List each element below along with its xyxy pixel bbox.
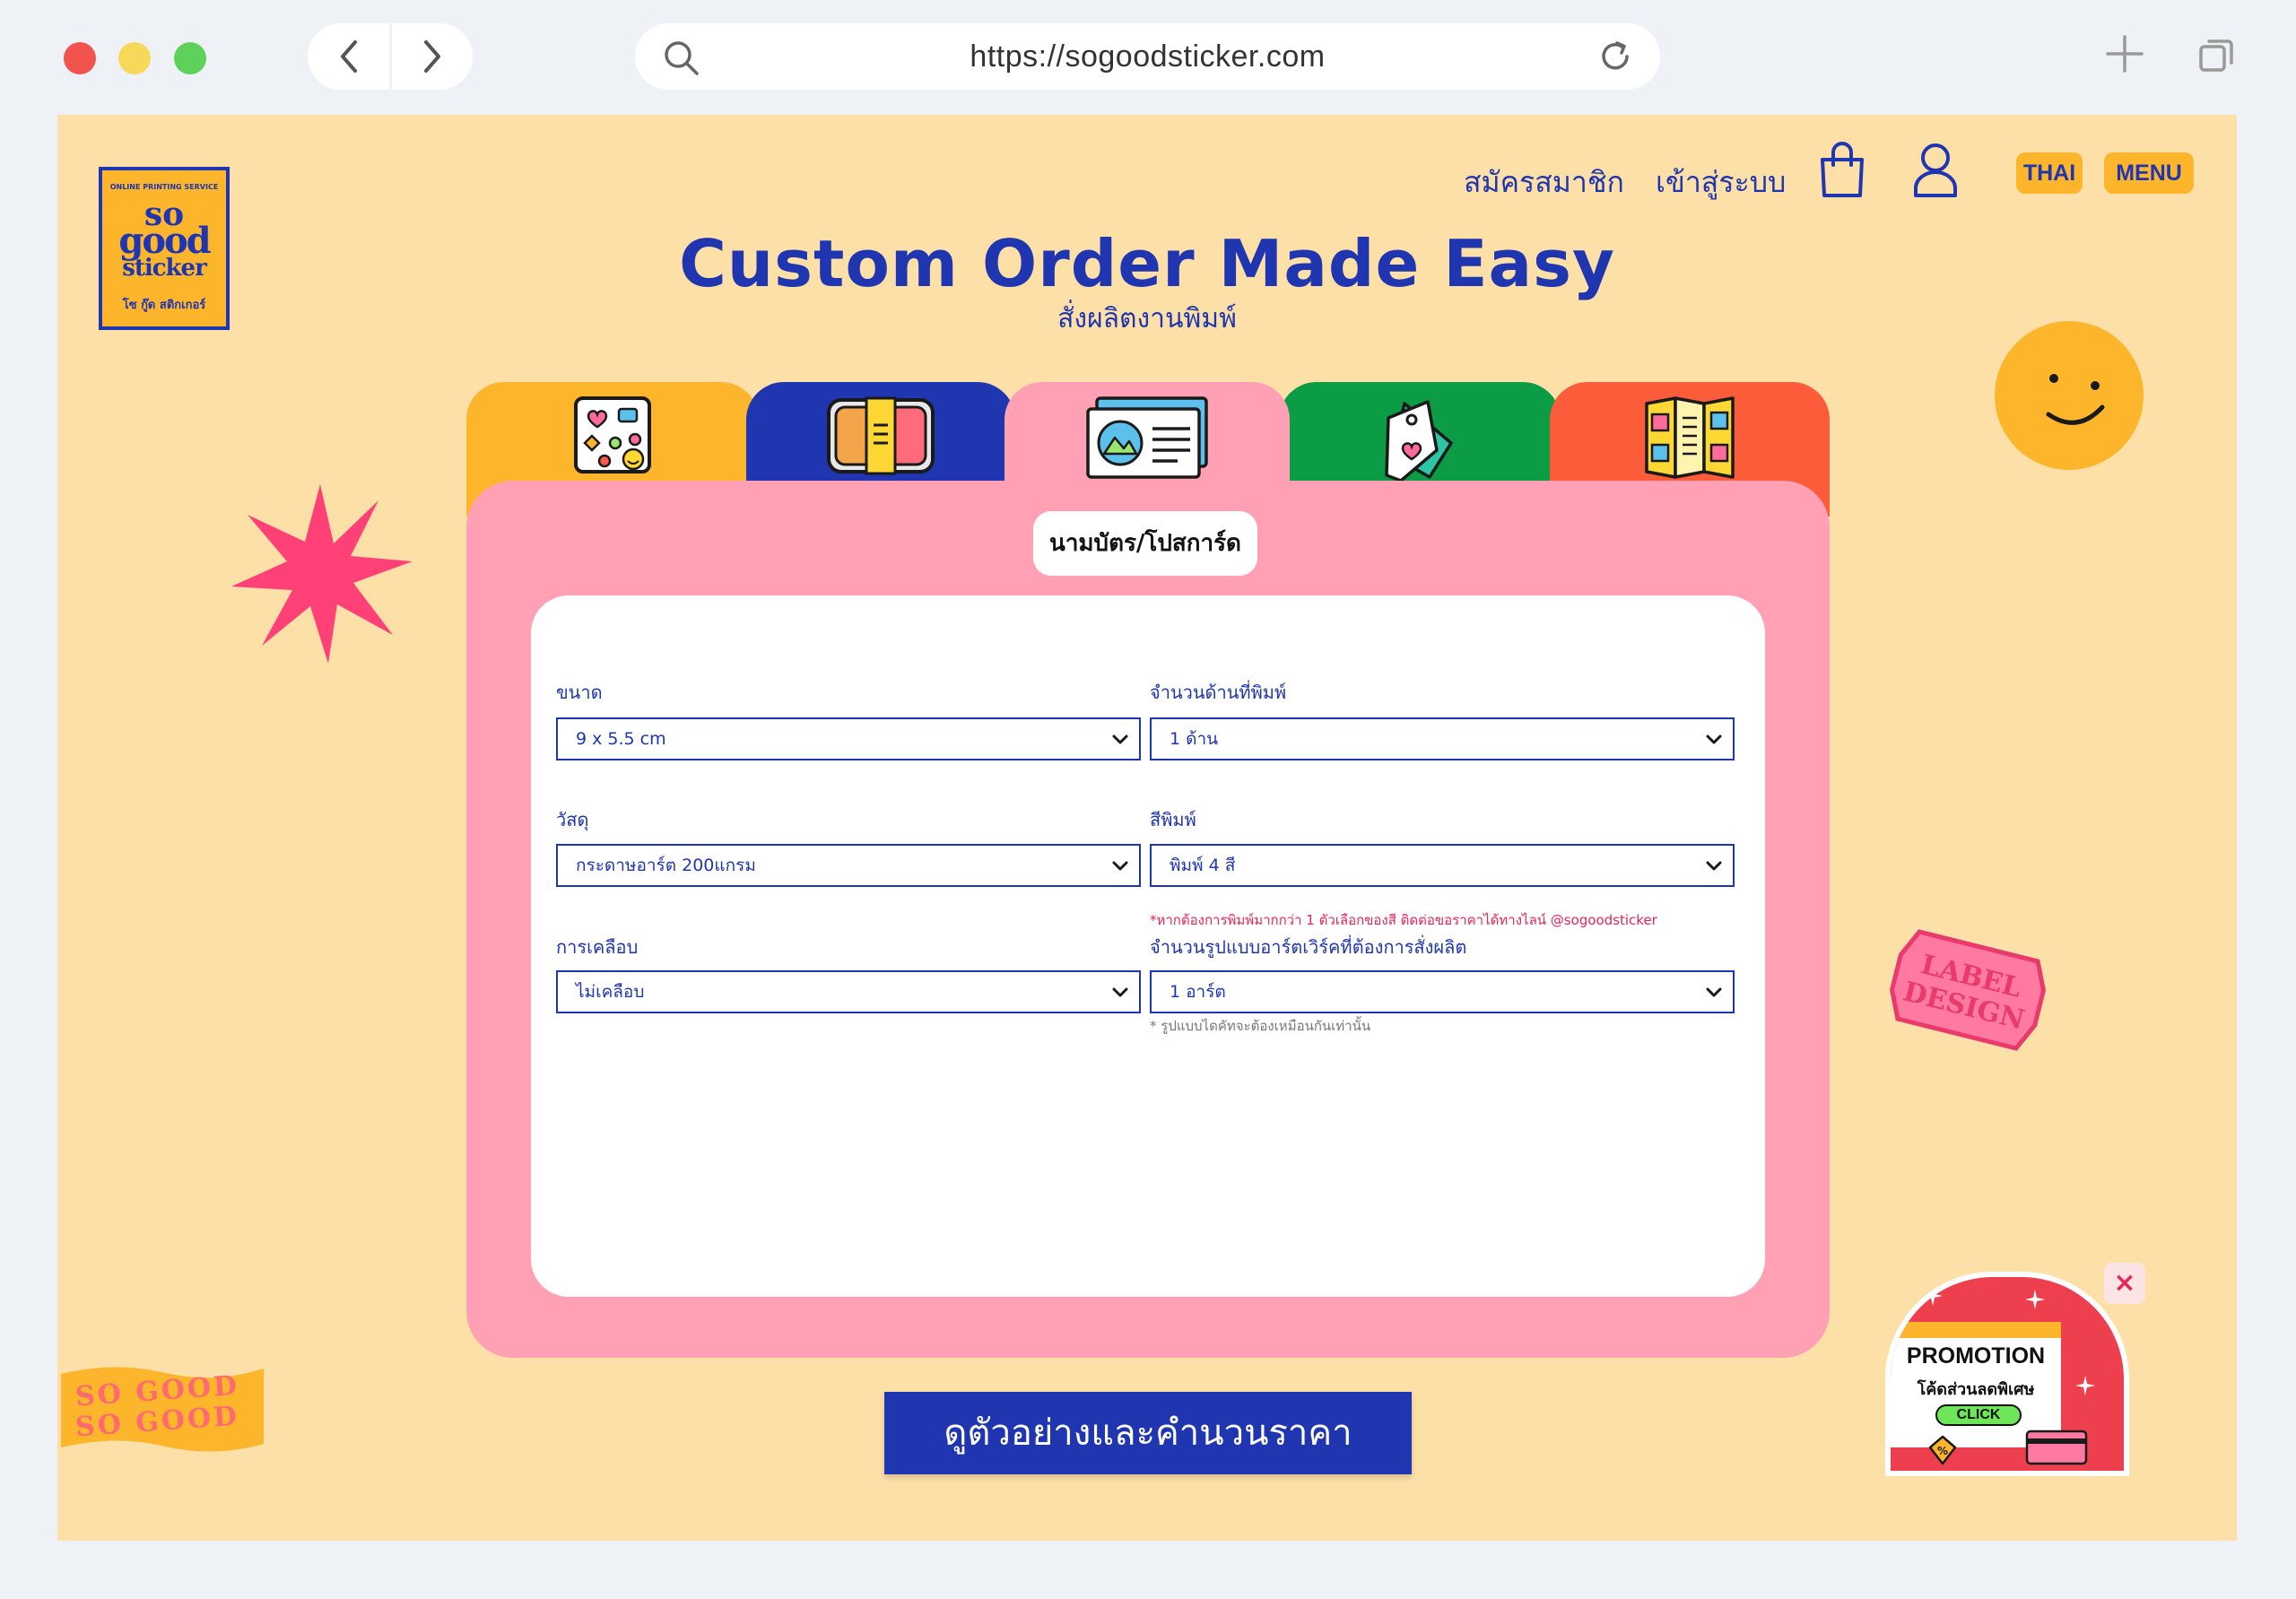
coating-select[interactable]: ไม่เคลือบ <box>556 970 1141 1013</box>
coating-value: ไม่เคลือบ <box>576 982 645 1002</box>
hang-tag-icon <box>1385 400 1453 482</box>
sparkle-icon <box>2075 1376 2095 1395</box>
new-tab-icon[interactable] <box>2104 33 2145 74</box>
language-button[interactable]: THAI <box>2016 152 2083 194</box>
chevron-down-icon <box>1112 987 1128 997</box>
material-select[interactable]: กระดาษอาร์ต 200แกรม <box>556 844 1141 887</box>
order-card: นามบัตร/โปสการ์ด ขนาด 9 x 5.5 cm จำนวนด้… <box>466 481 1830 1358</box>
size-select[interactable]: 9 x 5.5 cm <box>556 717 1141 760</box>
chevron-down-icon <box>1112 734 1128 744</box>
label-design-sticker: LABEL DESIGN <box>1890 929 2046 1051</box>
user-account-icon[interactable] <box>1910 140 1961 199</box>
menu-button[interactable]: MENU <box>2104 152 2194 194</box>
promotion-title: PROMOTION <box>1906 1343 2046 1369</box>
sparkle-icon <box>1923 1286 1943 1306</box>
page-subtitle: สั่งผลิตงานพิมพ์ <box>1057 303 1237 335</box>
page-title: Custom Order Made Easy <box>679 226 1615 301</box>
chevron-left-icon <box>340 40 357 73</box>
material-label: วัสดุ <box>556 809 589 830</box>
promotion-subtitle: โค้ดส่วนลดพิเศษ <box>1917 1380 2035 1399</box>
print-color-label: สีพิมพ์ <box>1150 809 1196 830</box>
chevron-down-icon <box>1112 861 1128 871</box>
preview-calculate-button[interactable]: ดูตัวอย่างและคำนวนราคา <box>884 1392 1412 1474</box>
print-sides-select[interactable]: 1 ด้าน <box>1150 717 1735 760</box>
sticker-sheet-icon <box>574 396 651 474</box>
promotion-window-bar <box>1891 1322 2061 1338</box>
so-good-flag-decoration: SO GOOD SO GOOD <box>61 1358 264 1455</box>
artwork-count-select[interactable]: 1 อาร์ต <box>1150 970 1735 1013</box>
chevron-down-icon <box>1706 734 1722 744</box>
shopping-bag-icon[interactable] <box>1817 140 1867 199</box>
starburst-decoration <box>231 484 413 664</box>
browser-chrome: https://sogoodsticker.com <box>0 0 2296 115</box>
register-link[interactable]: สมัครสมาชิก <box>1464 151 1624 213</box>
chevron-down-icon <box>1706 987 1722 997</box>
print-color-note: *หากต้องการพิมพ์มากกว่า 1 ตัวเลือกของสี … <box>1150 912 1657 928</box>
discount-tag-icon: % <box>1928 1435 1957 1465</box>
print-sides-value: 1 ด้าน <box>1170 729 1219 749</box>
promotion-frame: PROMOTION โค้ดส่วนลดพิเศษ CLICK % <box>1885 1272 2129 1476</box>
promotion-click-button[interactable]: CLICK <box>1935 1404 2022 1426</box>
chevron-right-icon <box>423 40 440 73</box>
business-card-icon <box>1086 396 1208 479</box>
window-minimize-dot[interactable] <box>118 42 151 74</box>
reload-icon[interactable] <box>1597 39 1633 74</box>
promotion-close-button[interactable]: × <box>2104 1263 2145 1304</box>
smiley-face-decoration <box>1995 321 2144 470</box>
window-close-dot[interactable] <box>64 42 96 74</box>
size-label: ขนาด <box>556 682 603 703</box>
product-category-label: นามบัตร/โปสการ์ด <box>1033 511 1257 576</box>
svg-text:%: % <box>1937 1445 1948 1457</box>
page: ONLINE PRINTING SERVICE so good sticker … <box>57 115 2237 1541</box>
print-color-select[interactable]: พิมพ์ 4 สี <box>1150 844 1735 887</box>
forward-button[interactable] <box>391 23 473 90</box>
back-button[interactable] <box>308 23 389 90</box>
order-form: ขนาด 9 x 5.5 cm จำนวนด้านที่พิมพ์ 1 ด้าน… <box>531 595 1765 1297</box>
coating-label: การเคลือบ <box>556 936 639 958</box>
food-box-icon <box>827 396 935 475</box>
chevron-down-icon <box>1706 861 1722 871</box>
sparkle-icon <box>2025 1290 2045 1309</box>
tabs-overview-icon[interactable] <box>2197 36 2237 75</box>
artwork-note: * รูปแบบไดคัทจะต้องเหมือนกันเท่านั้น <box>1150 1018 1371 1034</box>
logo-tagline: ONLINE PRINTING SERVICE <box>109 183 219 191</box>
login-link[interactable]: เข้าสู่ระบบ <box>1656 151 1786 213</box>
promotion-window: PROMOTION โค้ดส่วนลดพิเศษ CLICK <box>1891 1322 2061 1447</box>
promotion-widget[interactable]: PROMOTION โค้ดส่วนลดพิเศษ CLICK % × <box>1885 1263 2145 1476</box>
window-maximize-dot[interactable] <box>174 42 206 74</box>
artwork-count-label: จำนวนรูปแบบอาร์ตเวิร์คที่ต้องการสั่งผลิต <box>1150 936 1467 958</box>
address-bar[interactable]: https://sogoodsticker.com <box>635 23 1660 90</box>
history-nav <box>308 23 473 90</box>
promotion-background: PROMOTION โค้ดส่วนลดพิเศษ CLICK % <box>1891 1277 2124 1471</box>
print-sides-label: จำนวนด้านที่พิมพ์ <box>1150 682 1287 703</box>
print-color-value: พิมพ์ 4 สี <box>1170 856 1236 875</box>
url-text[interactable]: https://sogoodsticker.com <box>635 23 1660 90</box>
folded-brochure-icon <box>1645 396 1735 479</box>
size-value: 9 x 5.5 cm <box>576 729 666 749</box>
material-value: กระดาษอาร์ต 200แกรม <box>576 856 756 875</box>
credit-card-icon <box>2025 1430 2088 1465</box>
artwork-count-value: 1 อาร์ต <box>1170 982 1226 1002</box>
